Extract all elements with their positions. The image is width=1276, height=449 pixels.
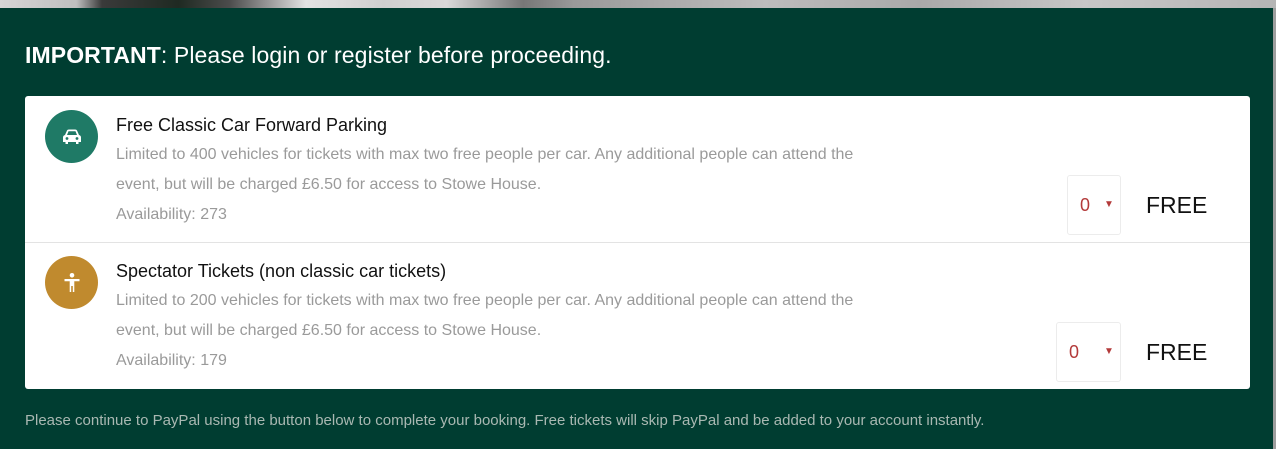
quantity-value: 0 — [1069, 342, 1080, 362]
quantity-select[interactable]: 0 ▼ — [1067, 175, 1121, 235]
paypal-note: Please continue to PayPal using the butt… — [25, 412, 985, 429]
car-icon — [45, 110, 98, 163]
quantity-value: 0 — [1080, 195, 1091, 215]
ticket-availability: Availability: 179 — [116, 352, 227, 369]
person-icon — [45, 256, 98, 309]
ticket-description: Limited to 400 vehicles for tickets with… — [116, 146, 854, 193]
ticket-price: FREE — [1146, 192, 1208, 218]
chevron-down-icon: ▼ — [1104, 199, 1114, 210]
ticket-description: Limited to 200 vehicles for tickets with… — [116, 292, 854, 339]
ticket-price: FREE — [1146, 339, 1208, 365]
ticket-row-spectator: Spectator Tickets (non classic car ticke… — [25, 243, 1250, 389]
ticket-title: Spectator Tickets (non classic car ticke… — [116, 261, 447, 281]
notice-text: : Please login or register before procee… — [160, 42, 612, 68]
ticket-title: Free Classic Car Forward Parking — [116, 115, 388, 135]
login-notice: IMPORTANT: Please login or register befo… — [25, 42, 612, 69]
quantity-select[interactable]: 0 ▼ — [1056, 322, 1121, 382]
ticket-row-classic-car-parking: Free Classic Car Forward Parking Limited… — [25, 96, 1250, 243]
ticket-availability: Availability: 273 — [116, 206, 227, 223]
header-image-strip — [0, 0, 1276, 8]
notice-label: IMPORTANT — [25, 42, 161, 68]
chevron-down-icon: ▼ — [1104, 346, 1114, 357]
ticket-list: Free Classic Car Forward Parking Limited… — [25, 96, 1250, 389]
